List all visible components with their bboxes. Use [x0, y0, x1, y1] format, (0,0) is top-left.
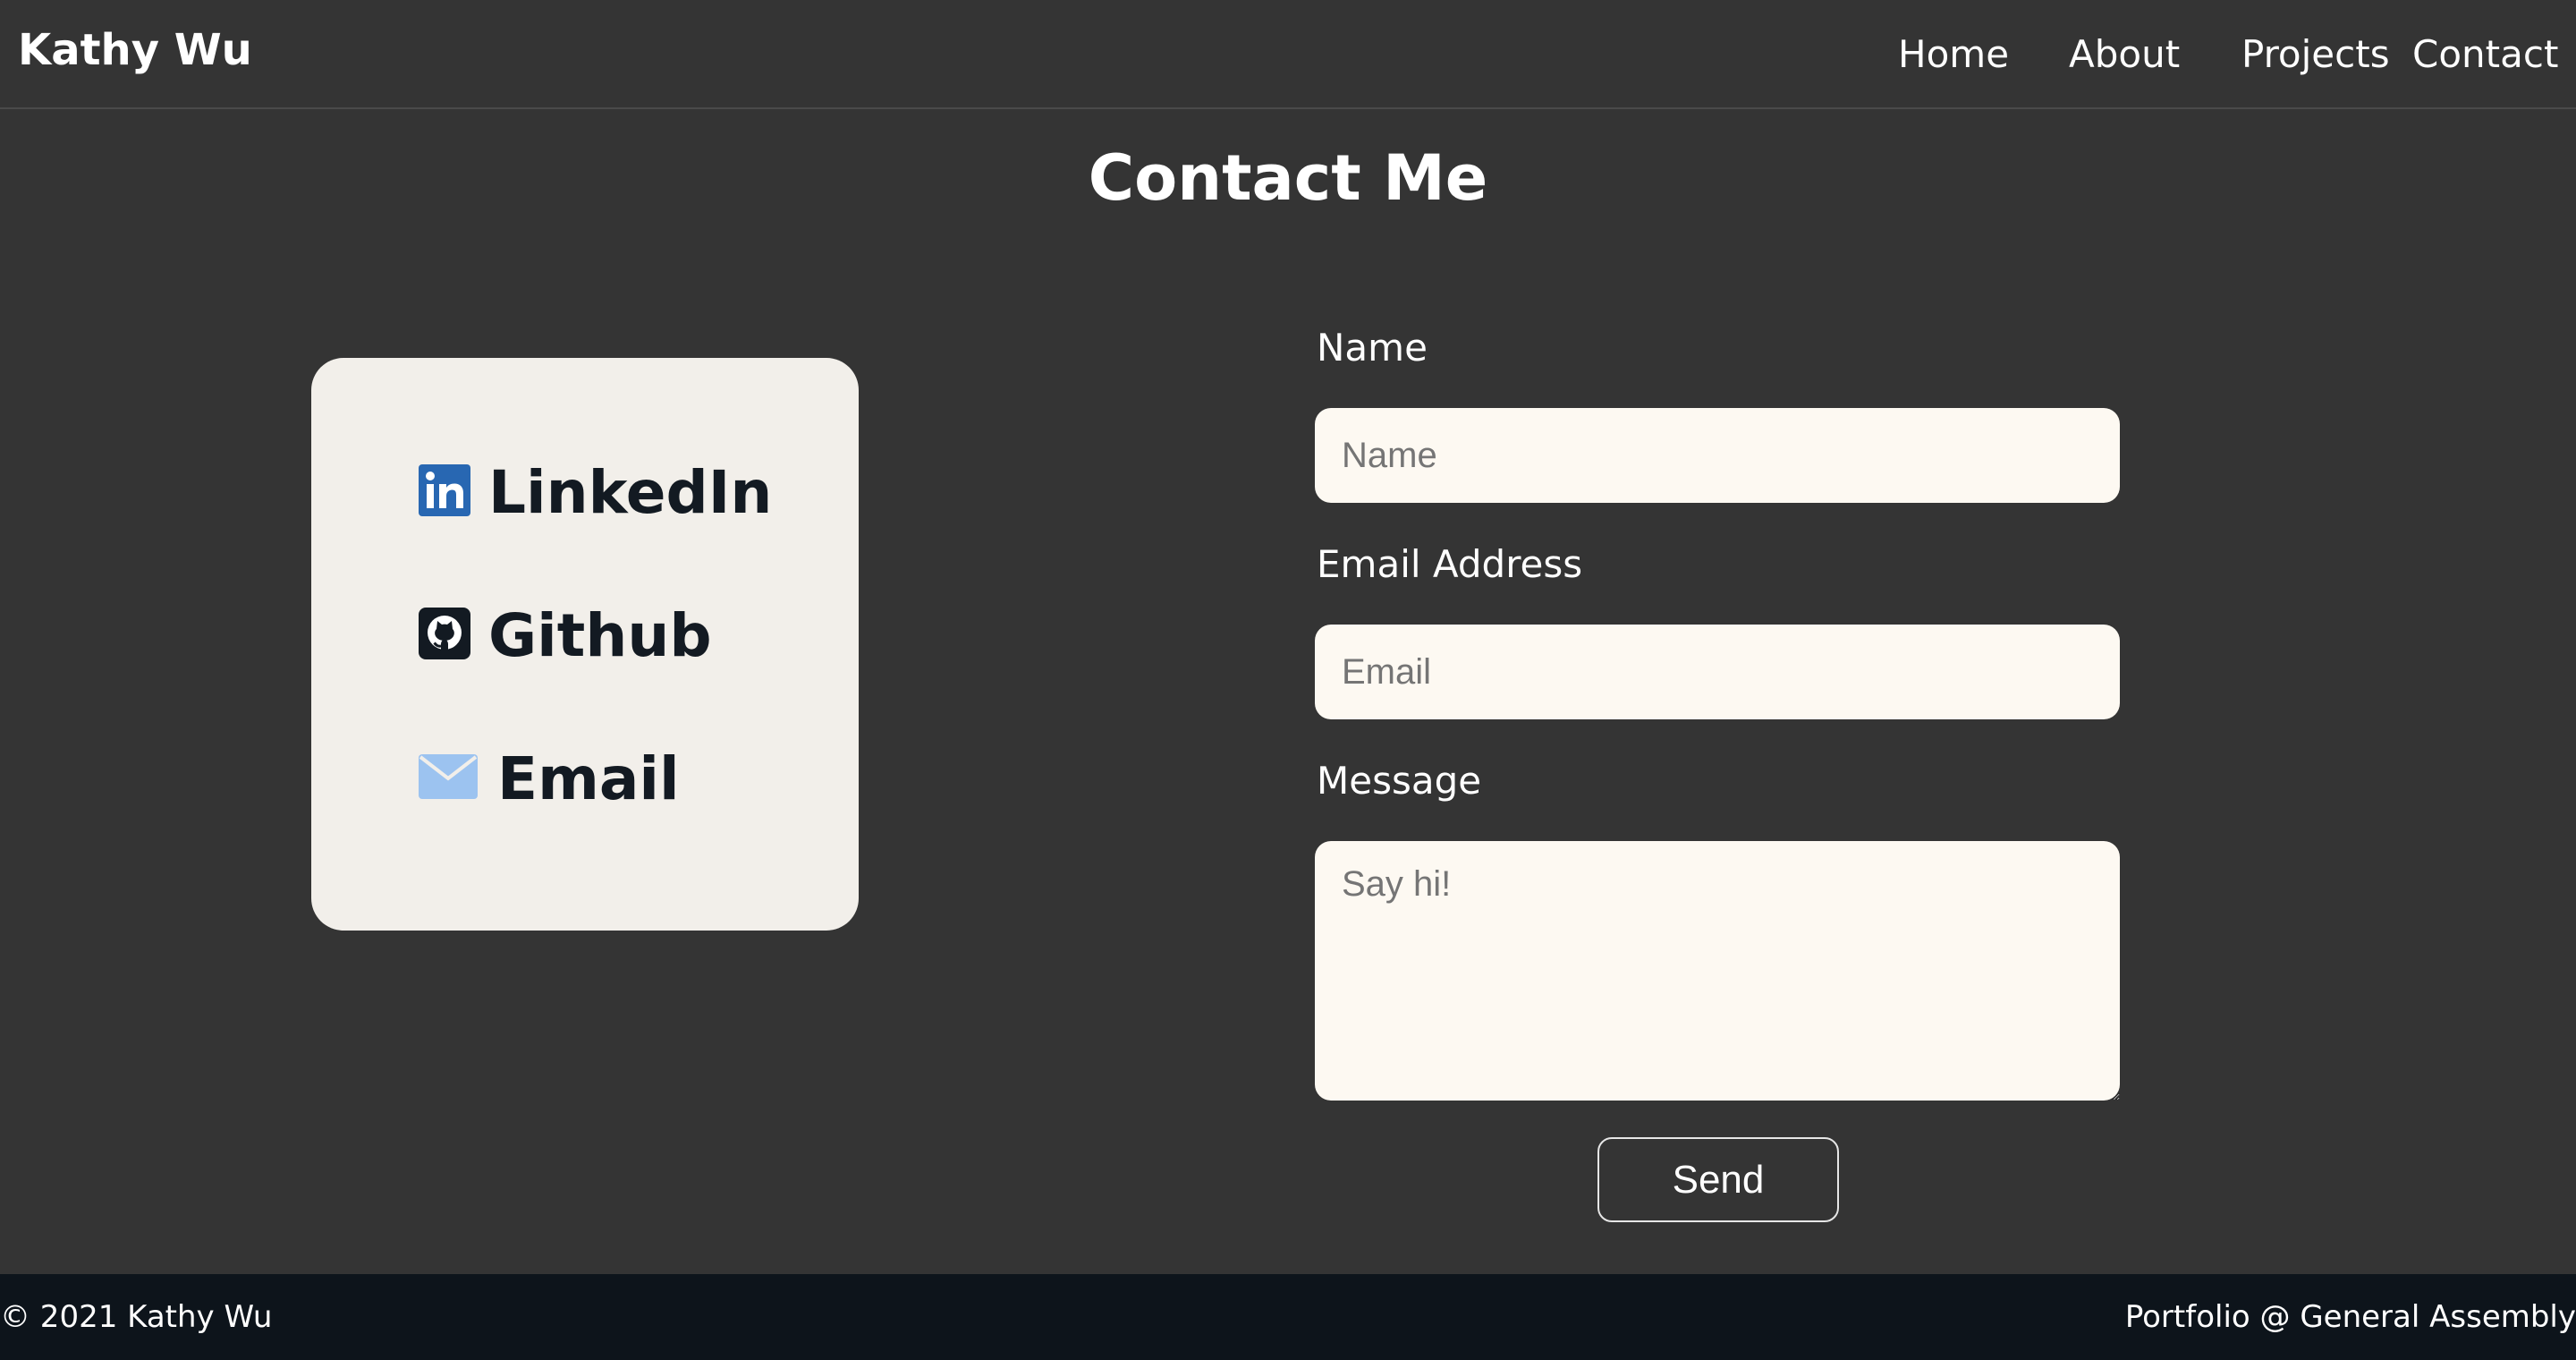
nav-projects-link[interactable]: Projects: [2241, 32, 2390, 76]
navbar: Kathy Wu Home About Projects Contact: [0, 0, 2576, 109]
contact-page: Kathy Wu Home About Projects Contact Con…: [0, 0, 2576, 1360]
brand-link[interactable]: Kathy Wu: [18, 25, 252, 75]
email-input[interactable]: [1315, 625, 2120, 719]
send-button[interactable]: Send: [1597, 1137, 1839, 1222]
nav-home-link[interactable]: Home: [1898, 32, 2009, 76]
email-label: Email: [497, 744, 680, 813]
nav-contact-link[interactable]: Contact: [2412, 32, 2558, 76]
linkedin-label: LinkedIn: [488, 458, 773, 527]
email-address-label: Email Address: [1317, 542, 1583, 586]
footer-copyright: © 2021 Kathy Wu: [0, 1299, 273, 1335]
nav-about-link[interactable]: About: [2069, 32, 2180, 76]
footer: © 2021 Kathy Wu Portfolio @ General Asse…: [0, 1274, 2576, 1360]
github-icon: [419, 608, 470, 664]
message-textarea[interactable]: [1315, 841, 2120, 1101]
github-link[interactable]: Github: [419, 601, 712, 670]
message-label: Message: [1317, 759, 1482, 803]
email-link[interactable]: Email: [419, 744, 680, 813]
linkedin-icon: [419, 464, 470, 521]
envelope-icon: [419, 754, 478, 803]
footer-credit: Portfolio @ General Assembly: [2124, 1299, 2576, 1335]
name-input[interactable]: [1315, 408, 2120, 503]
name-label: Name: [1317, 326, 1428, 370]
github-label: Github: [488, 601, 712, 670]
social-links-card: LinkedIn Github Email: [311, 358, 859, 931]
page-title: Contact Me: [1088, 141, 1488, 215]
linkedin-link[interactable]: LinkedIn: [419, 458, 772, 527]
